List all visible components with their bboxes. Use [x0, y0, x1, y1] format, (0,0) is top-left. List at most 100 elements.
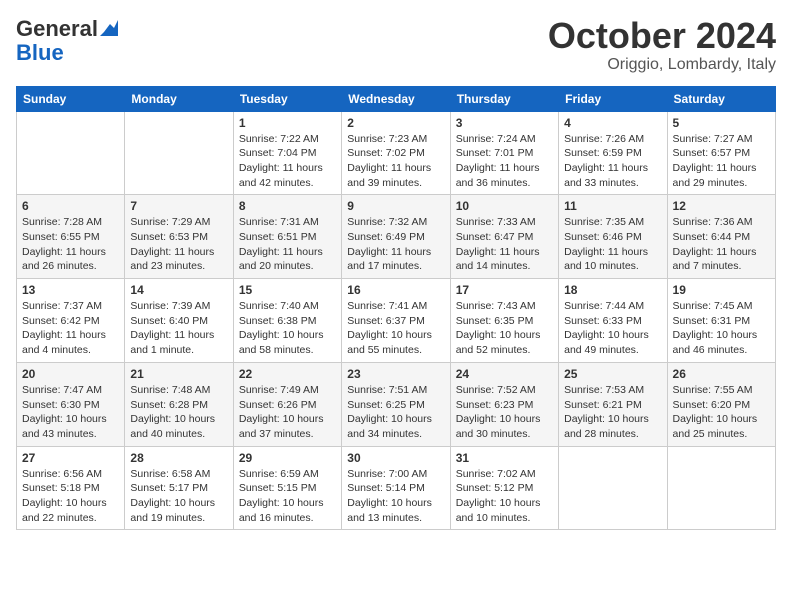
- day-number: 1: [239, 116, 336, 130]
- day-detail: Sunrise: 6:59 AMSunset: 5:15 PMDaylight:…: [239, 467, 336, 526]
- day-detail: Sunrise: 7:29 AMSunset: 6:53 PMDaylight:…: [130, 215, 227, 274]
- weekday-header-sunday: Sunday: [17, 86, 125, 111]
- calendar-cell: 29 Sunrise: 6:59 AMSunset: 5:15 PMDayligh…: [233, 446, 341, 530]
- calendar-cell: 9Sunrise: 7:32 AMSunset: 6:49 PMDaylight…: [342, 195, 450, 279]
- calendar-cell: 1 Sunrise: 7:22 AMSunset: 7:04 PMDaylight…: [233, 111, 341, 195]
- day-number: 4: [564, 116, 661, 130]
- calendar-cell: 23 Sunrise: 7:51 AMSunset: 6:25 PMDayligh…: [342, 362, 450, 446]
- day-number: 7: [130, 199, 227, 213]
- day-detail: Sunrise: 7:55 AMSunset: 6:20 PMDaylight:…: [673, 383, 770, 442]
- day-detail: Sunrise: 6:58 AMSunset: 5:17 PMDaylight:…: [130, 467, 227, 526]
- calendar-week-5: 27 Sunrise: 6:56 AMSunset: 5:18 PMDayligh…: [17, 446, 776, 530]
- day-number: 8: [239, 199, 336, 213]
- day-detail: Sunrise: 7:23 AMSunset: 7:02 PMDaylight:…: [347, 132, 444, 191]
- day-number: 5: [673, 116, 770, 130]
- day-detail: Sunrise: 7:51 AMSunset: 6:25 PMDaylight:…: [347, 383, 444, 442]
- location: Origgio, Lombardy, Italy: [548, 56, 776, 74]
- calendar-cell: 10Sunrise: 7:33 AMSunset: 6:47 PMDayligh…: [450, 195, 558, 279]
- day-detail: Sunrise: 7:45 AMSunset: 6:31 PMDaylight:…: [673, 299, 770, 358]
- calendar-week-3: 13Sunrise: 7:37 AMSunset: 6:42 PMDayligh…: [17, 279, 776, 363]
- calendar-cell: [559, 446, 667, 530]
- weekday-header-thursday: Thursday: [450, 86, 558, 111]
- calendar-week-1: 1 Sunrise: 7:22 AMSunset: 7:04 PMDaylight…: [17, 111, 776, 195]
- weekday-header-wednesday: Wednesday: [342, 86, 450, 111]
- page-header: General Blue October 2024 Origgio, Lomba…: [16, 16, 776, 74]
- calendar-cell: 7 Sunrise: 7:29 AMSunset: 6:53 PMDaylight…: [125, 195, 233, 279]
- calendar-cell: 16 Sunrise: 7:41 AMSunset: 6:37 PMDayligh…: [342, 279, 450, 363]
- day-detail: Sunrise: 7:39 AMSunset: 6:40 PMDaylight:…: [130, 299, 227, 358]
- weekday-header-friday: Friday: [559, 86, 667, 111]
- day-number: 19: [673, 283, 770, 297]
- day-detail: Sunrise: 7:28 AMSunset: 6:55 PMDaylight:…: [22, 215, 119, 274]
- logo-general: General: [16, 16, 98, 42]
- day-number: 20: [22, 367, 119, 381]
- day-number: 26: [673, 367, 770, 381]
- day-number: 31: [456, 451, 553, 465]
- weekday-header-row: SundayMondayTuesdayWednesdayThursdayFrid…: [17, 86, 776, 111]
- calendar-cell: [17, 111, 125, 195]
- calendar-cell: 6 Sunrise: 7:28 AMSunset: 6:55 PMDaylight…: [17, 195, 125, 279]
- day-number: 15: [239, 283, 336, 297]
- day-number: 18: [564, 283, 661, 297]
- calendar-cell: 20 Sunrise: 7:47 AMSunset: 6:30 PMDayligh…: [17, 362, 125, 446]
- calendar-cell: [667, 446, 775, 530]
- calendar-cell: 12Sunrise: 7:36 AMSunset: 6:44 PMDayligh…: [667, 195, 775, 279]
- day-detail: Sunrise: 7:35 AMSunset: 6:46 PMDaylight:…: [564, 215, 661, 274]
- calendar-cell: 2Sunrise: 7:23 AMSunset: 7:02 PMDaylight…: [342, 111, 450, 195]
- logo-blue: Blue: [16, 42, 64, 64]
- day-number: 27: [22, 451, 119, 465]
- day-detail: Sunrise: 7:27 AMSunset: 6:57 PMDaylight:…: [673, 132, 770, 191]
- weekday-header-monday: Monday: [125, 86, 233, 111]
- day-number: 23: [347, 367, 444, 381]
- day-detail: Sunrise: 7:22 AMSunset: 7:04 PMDaylight:…: [239, 132, 336, 191]
- weekday-header-tuesday: Tuesday: [233, 86, 341, 111]
- day-number: 29: [239, 451, 336, 465]
- day-number: 28: [130, 451, 227, 465]
- calendar-cell: 17Sunrise: 7:43 AMSunset: 6:35 PMDayligh…: [450, 279, 558, 363]
- calendar-cell: 18 Sunrise: 7:44 AMSunset: 6:33 PMDayligh…: [559, 279, 667, 363]
- calendar-cell: 19 Sunrise: 7:45 AMSunset: 6:31 PMDayligh…: [667, 279, 775, 363]
- day-detail: Sunrise: 7:53 AMSunset: 6:21 PMDaylight:…: [564, 383, 661, 442]
- day-detail: Sunrise: 6:56 AMSunset: 5:18 PMDaylight:…: [22, 467, 119, 526]
- calendar-cell: 27 Sunrise: 6:56 AMSunset: 5:18 PMDayligh…: [17, 446, 125, 530]
- calendar-cell: 5 Sunrise: 7:27 AMSunset: 6:57 PMDaylight…: [667, 111, 775, 195]
- month-title: October 2024: [548, 16, 776, 56]
- calendar-cell: 28 Sunrise: 6:58 AMSunset: 5:17 PMDayligh…: [125, 446, 233, 530]
- calendar-cell: [125, 111, 233, 195]
- day-number: 16: [347, 283, 444, 297]
- calendar-cell: 21 Sunrise: 7:48 AMSunset: 6:28 PMDayligh…: [125, 362, 233, 446]
- day-number: 6: [22, 199, 119, 213]
- calendar-table: SundayMondayTuesdayWednesdayThursdayFrid…: [16, 86, 776, 531]
- calendar-week-4: 20 Sunrise: 7:47 AMSunset: 6:30 PMDayligh…: [17, 362, 776, 446]
- calendar-cell: 3 Sunrise: 7:24 AMSunset: 7:01 PMDaylight…: [450, 111, 558, 195]
- day-detail: Sunrise: 7:47 AMSunset: 6:30 PMDaylight:…: [22, 383, 119, 442]
- day-number: 11: [564, 199, 661, 213]
- day-number: 21: [130, 367, 227, 381]
- day-number: 24: [456, 367, 553, 381]
- day-detail: Sunrise: 7:24 AMSunset: 7:01 PMDaylight:…: [456, 132, 553, 191]
- calendar-cell: 30Sunrise: 7:00 AMSunset: 5:14 PMDayligh…: [342, 446, 450, 530]
- day-detail: Sunrise: 7:32 AMSunset: 6:49 PMDaylight:…: [347, 215, 444, 274]
- day-detail: Sunrise: 7:48 AMSunset: 6:28 PMDaylight:…: [130, 383, 227, 442]
- day-detail: Sunrise: 7:44 AMSunset: 6:33 PMDaylight:…: [564, 299, 661, 358]
- calendar-cell: 4 Sunrise: 7:26 AMSunset: 6:59 PMDaylight…: [559, 111, 667, 195]
- day-number: 25: [564, 367, 661, 381]
- day-detail: Sunrise: 7:41 AMSunset: 6:37 PMDaylight:…: [347, 299, 444, 358]
- day-detail: Sunrise: 7:00 AMSunset: 5:14 PMDaylight:…: [347, 467, 444, 526]
- title-block: October 2024 Origgio, Lombardy, Italy: [548, 16, 776, 74]
- day-number: 22: [239, 367, 336, 381]
- day-detail: Sunrise: 7:43 AMSunset: 6:35 PMDaylight:…: [456, 299, 553, 358]
- calendar-cell: 26 Sunrise: 7:55 AMSunset: 6:20 PMDayligh…: [667, 362, 775, 446]
- day-detail: Sunrise: 7:49 AMSunset: 6:26 PMDaylight:…: [239, 383, 336, 442]
- calendar-week-2: 6 Sunrise: 7:28 AMSunset: 6:55 PMDaylight…: [17, 195, 776, 279]
- day-number: 12: [673, 199, 770, 213]
- day-detail: Sunrise: 7:52 AMSunset: 6:23 PMDaylight:…: [456, 383, 553, 442]
- calendar-cell: 24 Sunrise: 7:52 AMSunset: 6:23 PMDayligh…: [450, 362, 558, 446]
- calendar-cell: 25 Sunrise: 7:53 AMSunset: 6:21 PMDayligh…: [559, 362, 667, 446]
- day-detail: Sunrise: 7:26 AMSunset: 6:59 PMDaylight:…: [564, 132, 661, 191]
- day-detail: Sunrise: 7:37 AMSunset: 6:42 PMDaylight:…: [22, 299, 119, 358]
- weekday-header-saturday: Saturday: [667, 86, 775, 111]
- day-number: 3: [456, 116, 553, 130]
- day-detail: Sunrise: 7:31 AMSunset: 6:51 PMDaylight:…: [239, 215, 336, 274]
- day-detail: Sunrise: 7:40 AMSunset: 6:38 PMDaylight:…: [239, 299, 336, 358]
